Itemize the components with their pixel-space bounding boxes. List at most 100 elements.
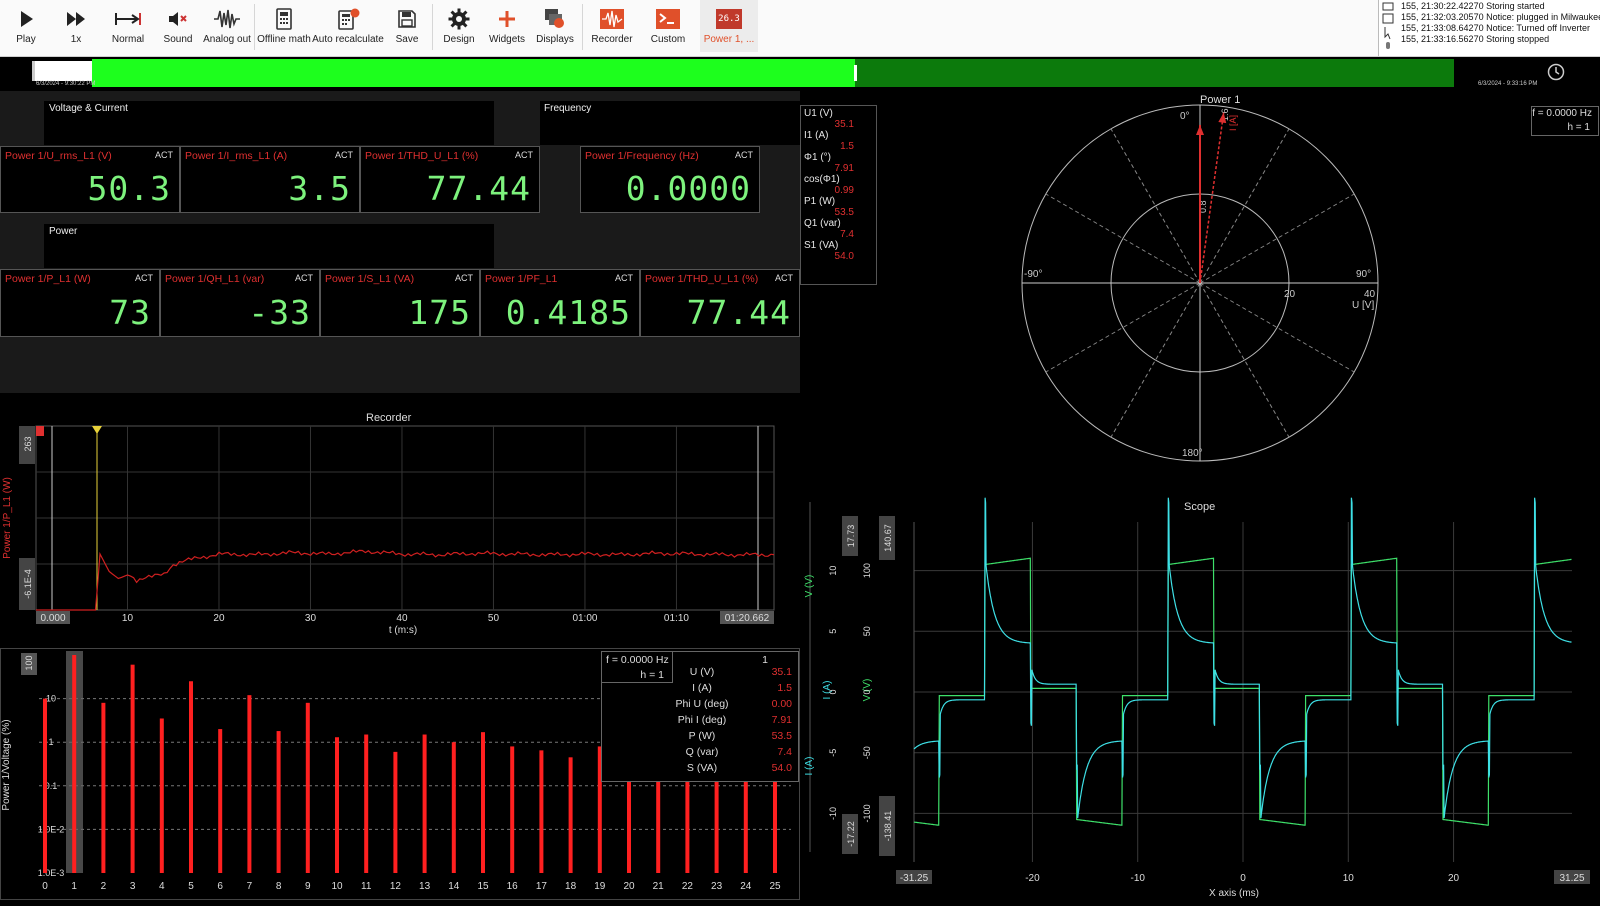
recorder-xtick: 40 — [396, 613, 408, 624]
harmonic-table-rows: U (V) 35.1 I (A) 1.5 Phi U (deg) 0.00 Phi I… — [672, 666, 798, 778]
plus-icon — [497, 6, 517, 32]
event-log[interactable]: 155, 21:30:22.42270 Storing started 155,… — [1378, 0, 1600, 56]
harmonics-xtick: 17 — [536, 881, 548, 892]
recorder-button[interactable]: Recorder — [588, 0, 636, 52]
custom-button[interactable]: Custom — [646, 0, 690, 52]
meter-thd-u[interactable]: Power 1/THD_U_L1 (%) ACT 77.44 — [360, 146, 540, 213]
scope-v-tick: 0 — [862, 689, 872, 694]
harmonic-row-label: Phi I (deg) — [677, 714, 727, 726]
scope-panel[interactable]: Scope 17.73 -17.22 140.67 -138.41 V (V) … — [800, 496, 1600, 900]
scope-i-tick: -5 — [828, 749, 838, 757]
auto-recalculate-button[interactable]: Auto recalculate — [312, 0, 384, 52]
scope-i-bot: -17.22 — [846, 821, 856, 847]
meter-i-rms[interactable]: Power 1/I_rms_L1 (A) ACT 3.5 — [180, 146, 360, 213]
phasor-i-unit: I [A] — [1228, 115, 1238, 131]
group-title: Voltage & Current — [49, 103, 128, 114]
harmonic-table-row: Q (var) 7.4 — [672, 746, 798, 762]
meter-p[interactable]: Power 1/P_L1 (W) ACT 73 — [0, 269, 160, 337]
recorder-panel[interactable]: Recorder 263 -6.1E-4 Power 1/P_L1 (W) 0.… — [0, 410, 800, 642]
harmonic-table-h: h = 1 — [640, 669, 664, 681]
meter-mode: ACT — [155, 150, 173, 160]
harmonic-bar — [189, 681, 193, 873]
meter-value: 73 — [109, 293, 151, 332]
harmonic-bar — [218, 729, 223, 873]
waveform-icon — [213, 6, 241, 32]
meter-s[interactable]: Power 1/S_L1 (VA) ACT 175 — [320, 269, 480, 337]
harmonic-table-row: I (A) 1.5 — [672, 682, 798, 698]
phasor-deg-0: 0° — [1180, 111, 1190, 122]
speed-button[interactable]: 1x — [56, 0, 96, 52]
harmonics-panel[interactable]: Power 1/Voltage (%) 100 10 1 0.1 1.0E-2 1.0E-… — [0, 648, 800, 900]
harmonic-row-value: 7.4 — [777, 746, 792, 758]
calculator-icon — [275, 6, 293, 32]
meter-thd-u-2[interactable]: Power 1/THD_U_L1 (%) ACT 77.44 — [640, 269, 800, 337]
meter-pf[interactable]: Power 1/PF_L1 ACT 0.4185 — [480, 269, 640, 337]
phasor-radius-20: 20 — [1284, 289, 1296, 300]
phasor-deg-minus-90: -90° — [1024, 269, 1042, 280]
harmonics-ylabel: Power 1/Voltage (%) — [1, 719, 12, 810]
current-phasor-arrow — [1199, 112, 1225, 284]
timeline-selection[interactable] — [92, 59, 855, 87]
harmonic-row-value: 35.1 — [771, 666, 792, 678]
group-power: Power — [44, 224, 494, 268]
scope-xmax: 31.25 — [1559, 873, 1584, 884]
clock-icon[interactable] — [1547, 63, 1565, 86]
scope-xtick: 0 — [1240, 873, 1246, 884]
harmonic-bar — [335, 737, 339, 873]
recorder-xtick: 01:00 — [572, 613, 597, 624]
play-button[interactable]: Play — [6, 0, 46, 52]
harmonic-table-header-cell: f = 0.0000 Hz h = 1 — [602, 652, 673, 683]
phasor-value: 35.1 — [834, 119, 854, 130]
speaker-muted-icon — [166, 6, 190, 32]
power-icon-text: 26.3 — [716, 9, 742, 29]
harmonics-xtick: 25 — [769, 881, 781, 892]
harmonic-bar — [364, 734, 369, 873]
scope-xtick: 20 — [1448, 873, 1460, 884]
phasor-panel[interactable]: Power 1 0.8 1.6 I [A] 0° 90° -90° 180° 2… — [876, 91, 1600, 481]
harmonic-table-row: Phi I (deg) 7.91 — [672, 714, 798, 730]
phasor-value: 0.99 — [834, 185, 854, 196]
scope-yticks: 1001050500-50-5-100-10 — [828, 563, 872, 822]
phasor-value-label: U1 (V) — [804, 108, 833, 119]
scope-xtick: -10 — [1130, 873, 1145, 884]
widgets-button[interactable]: Widgets — [486, 0, 528, 52]
scope-xtick: 10 — [1343, 873, 1355, 884]
phasor-freq: f = 0.0000 Hz — [1532, 108, 1592, 119]
meter-title: Power 1/S_L1 (VA) — [325, 273, 415, 285]
phasor-u-unit: U [V] — [1352, 300, 1374, 311]
meter-qh[interactable]: Power 1/QH_L1 (var) ACT -33 — [160, 269, 320, 337]
analog-out-button[interactable]: Analog out — [203, 0, 251, 52]
timeline-cursor-handle[interactable] — [854, 65, 857, 81]
harmonics-xtick: 1 — [71, 881, 77, 892]
recorder-ylabel: Power 1/P_L1 (W) — [2, 477, 13, 559]
harmonic-bar — [72, 655, 77, 873]
harmonic-table-freq: f = 0.0000 Hz — [606, 654, 669, 666]
phasor-deg-180: 180° — [1182, 448, 1203, 459]
meter-frequency[interactable]: Power 1/Frequency (Hz) ACT 0.0000 — [580, 146, 760, 213]
timeline-recorded — [855, 59, 1454, 87]
recorder-channel-marker — [36, 426, 44, 436]
sound-button[interactable]: Sound — [158, 0, 198, 52]
harmonic-bar — [305, 702, 310, 873]
meter-u-rms[interactable]: Power 1/U_rms_L1 (V) ACT 50.3 — [0, 146, 180, 213]
recorder-xtick: 50 — [488, 613, 500, 624]
normal-button[interactable]: Normal — [106, 0, 150, 52]
harmonics-xtick: 15 — [477, 881, 489, 892]
log-line: 155, 21:33:16.56270 Storing stopped — [1401, 34, 1550, 44]
displays-button[interactable]: Displays — [534, 0, 576, 52]
timeline-start-handle[interactable] — [32, 61, 35, 81]
voltage-phasor-head — [1196, 125, 1204, 135]
meter-value: -33 — [248, 293, 311, 332]
scope-xlabel: X axis (ms) — [1209, 888, 1259, 899]
power-tab-button[interactable]: 26.3 Power 1, ... — [700, 0, 758, 52]
meter-title: Power 1/PF_L1 — [485, 273, 558, 285]
harmonic-bar — [510, 746, 515, 873]
harmonics-xtick: 9 — [305, 881, 311, 892]
terminal-icon — [655, 6, 681, 32]
harmonic-table-row: U (V) 35.1 — [672, 666, 798, 682]
offline-math-button[interactable]: Offline math — [257, 0, 311, 52]
timeline-bar[interactable]: 6/3/2024 - 9:30:22 PM 6/3/2024 - 9:33:16… — [0, 57, 1600, 90]
save-button[interactable]: Save — [388, 0, 426, 52]
meter-mode: ACT — [335, 150, 353, 160]
design-button[interactable]: Design — [438, 0, 480, 52]
